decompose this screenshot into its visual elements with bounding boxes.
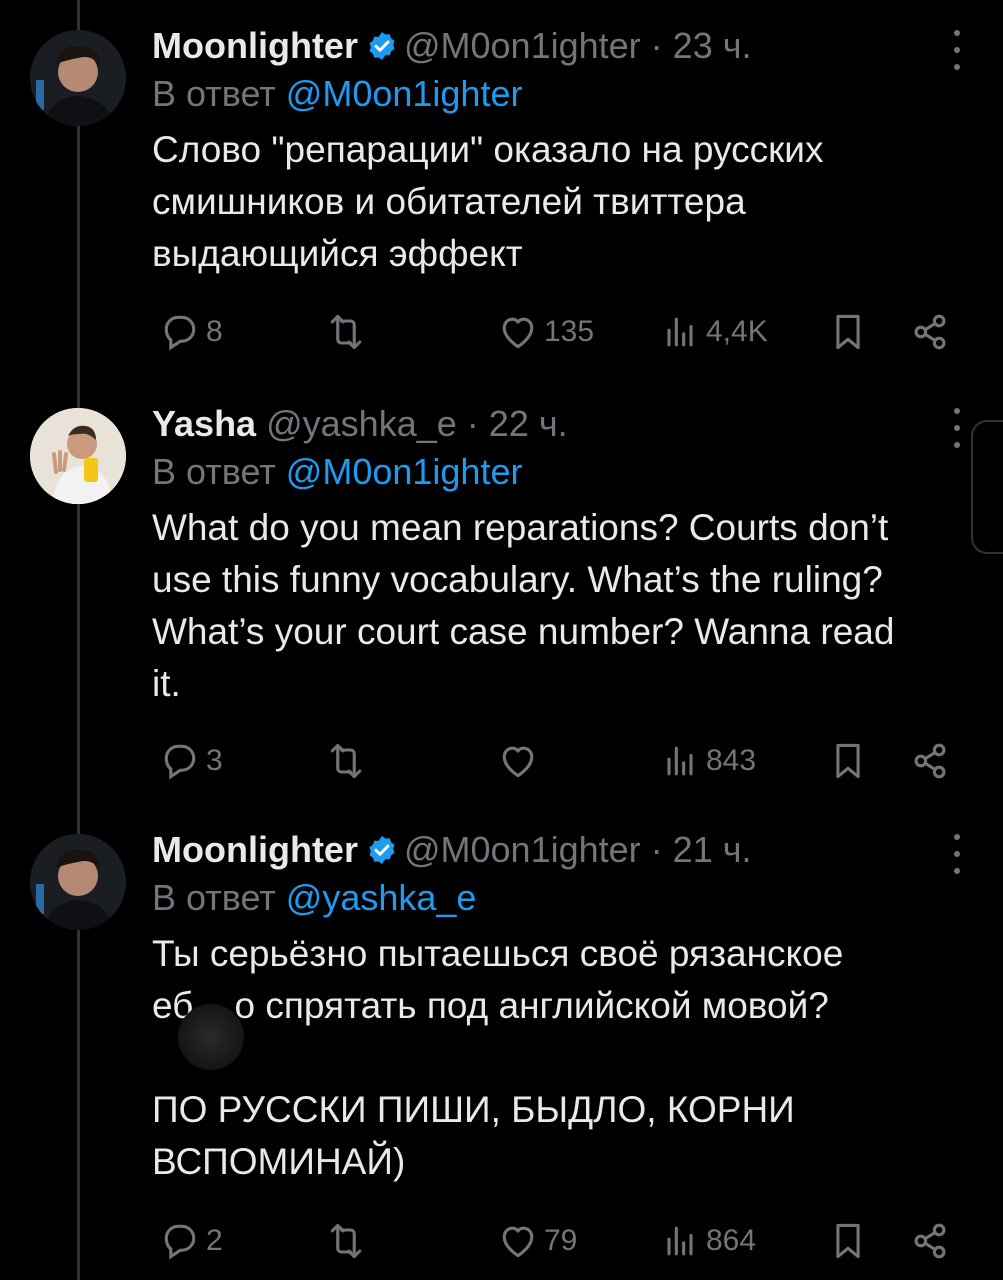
reply-icon xyxy=(158,310,202,354)
timestamp[interactable]: 21 ч. xyxy=(673,829,752,870)
reply-context: В ответ @yashka_e xyxy=(152,874,962,924)
views-button[interactable]: 4,4K xyxy=(658,307,768,357)
share-icon xyxy=(908,739,952,783)
like-icon xyxy=(496,739,540,783)
tweet-text: Ты серьёзно пытаешься своё рязанское еб … xyxy=(152,933,844,1182)
reply-button[interactable]: 2 xyxy=(158,1216,223,1266)
tweet-text: Слово "репарации" оказало на русских сми… xyxy=(152,129,824,274)
author-name[interactable]: Moonlighter xyxy=(152,829,358,870)
retweet-button[interactable] xyxy=(324,736,372,786)
reply-prefix: В ответ xyxy=(152,877,286,918)
tweet-header: Moonlighter @M0on1ighter · 23 ч. xyxy=(152,22,962,70)
tweet-text: What do you mean reparations? Courts don… xyxy=(152,507,895,704)
avatar[interactable] xyxy=(30,408,126,504)
like-icon xyxy=(496,310,540,354)
tweet-2[interactable]: Yasha @yashka_e · 22 ч. В ответ @M0on1ig… xyxy=(0,390,1003,820)
reply-context: В ответ @M0on1ighter xyxy=(152,448,962,498)
author-handle[interactable]: @M0on1ighter xyxy=(404,25,641,66)
censor-blur xyxy=(178,1004,244,1070)
more-icon[interactable] xyxy=(947,834,967,874)
retweet-icon xyxy=(324,1219,368,1263)
views-count: 4,4K xyxy=(706,315,768,348)
views-button[interactable]: 843 xyxy=(658,736,756,786)
share-button[interactable] xyxy=(908,307,952,357)
bookmark-button[interactable] xyxy=(826,1216,870,1266)
reply-mention[interactable]: @yashka_e xyxy=(286,877,477,918)
reply-count: 2 xyxy=(206,1224,223,1257)
avatar[interactable] xyxy=(30,834,126,930)
tweet-header: Moonlighter @M0on1ighter · 21 ч. xyxy=(152,826,962,874)
bookmark-button[interactable] xyxy=(826,736,870,786)
retweet-icon xyxy=(324,739,368,783)
author-name[interactable]: Yasha xyxy=(152,403,256,444)
action-bar: 2 79 864 xyxy=(152,1216,962,1266)
bookmark-button[interactable] xyxy=(826,307,870,357)
bookmark-icon xyxy=(826,739,870,783)
share-icon xyxy=(908,1219,952,1263)
author-handle[interactable]: @M0on1ighter xyxy=(404,829,641,870)
tweet-header: Yasha @yashka_e · 22 ч. xyxy=(152,400,962,448)
views-count: 843 xyxy=(706,744,757,777)
views-count: 864 xyxy=(706,1224,757,1257)
retweet-icon xyxy=(324,310,368,354)
timestamp[interactable]: 23 ч. xyxy=(673,25,752,66)
action-bar: 3 843 xyxy=(152,736,962,786)
reply-context: В ответ @M0on1ighter xyxy=(152,70,962,120)
views-icon xyxy=(658,1219,702,1263)
reply-icon xyxy=(158,1219,202,1263)
bookmark-icon xyxy=(826,310,870,354)
bookmark-icon xyxy=(826,1219,870,1263)
more-icon[interactable] xyxy=(947,30,967,70)
like-button[interactable] xyxy=(496,736,544,786)
reply-count: 3 xyxy=(206,744,223,777)
like-count: 135 xyxy=(544,315,595,348)
action-bar: 8 135 4,4K xyxy=(152,307,962,357)
reply-prefix: В ответ xyxy=(152,73,286,114)
verified-badge-icon xyxy=(366,830,398,878)
reply-prefix: В ответ xyxy=(152,451,286,492)
verified-badge-icon xyxy=(366,26,398,74)
like-count: 79 xyxy=(544,1224,578,1257)
views-button[interactable]: 864 xyxy=(658,1216,756,1266)
retweet-button[interactable] xyxy=(324,1216,372,1266)
reply-mention[interactable]: @M0on1ighter xyxy=(286,73,523,114)
author-handle[interactable]: @yashka_e xyxy=(266,403,457,444)
separator-dot: · xyxy=(650,25,663,66)
tweet-1[interactable]: Moonlighter @M0on1ighter · 23 ч. В ответ … xyxy=(0,0,1003,390)
reply-button[interactable]: 8 xyxy=(158,307,223,357)
retweet-button[interactable] xyxy=(324,307,372,357)
separator-dot: · xyxy=(466,403,479,444)
reply-mention[interactable]: @M0on1ighter xyxy=(286,451,523,492)
share-icon xyxy=(908,310,952,354)
reply-count: 8 xyxy=(206,315,223,348)
timestamp[interactable]: 22 ч. xyxy=(489,403,568,444)
like-button[interactable]: 79 xyxy=(496,1216,577,1266)
share-button[interactable] xyxy=(908,1216,952,1266)
like-icon xyxy=(496,1219,540,1263)
separator-dot: · xyxy=(650,829,663,870)
reply-icon xyxy=(158,739,202,783)
more-icon[interactable] xyxy=(947,408,967,448)
share-button[interactable] xyxy=(908,736,952,786)
avatar[interactable] xyxy=(30,30,126,126)
views-icon xyxy=(658,310,702,354)
reply-button[interactable]: 3 xyxy=(158,736,223,786)
views-icon xyxy=(658,739,702,783)
author-name[interactable]: Moonlighter xyxy=(152,25,358,66)
like-button[interactable]: 135 xyxy=(496,307,594,357)
tweet-3[interactable]: Moonlighter @M0on1ighter · 21 ч. В ответ … xyxy=(0,820,1003,1280)
